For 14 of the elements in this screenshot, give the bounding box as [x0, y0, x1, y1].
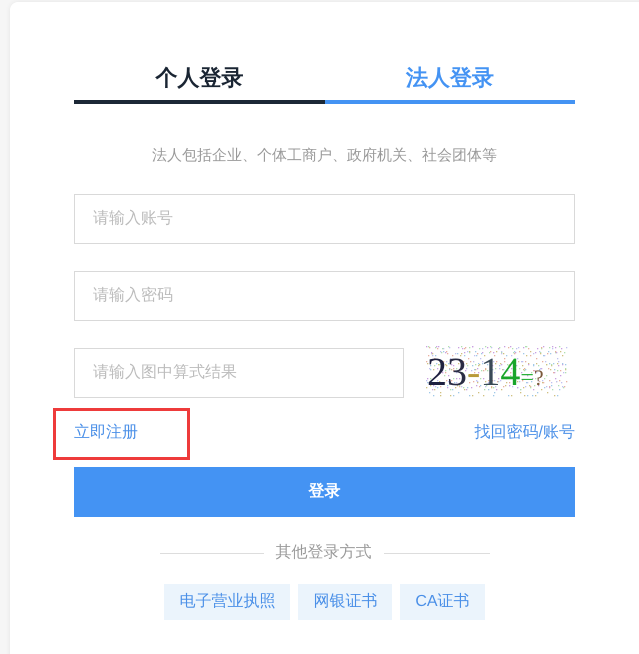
login-button[interactable]: 登录 — [74, 467, 575, 517]
description-text: 法人包括企业、个体工商户、政府机关、社会团体等 — [151, 146, 498, 166]
register-link[interactable]: 立即注册 — [74, 422, 138, 444]
text-input[interactable]: 请输入密码 — [74, 271, 575, 321]
login-method-button[interactable]: 电子营业执照 — [164, 584, 290, 620]
text-input[interactable]: 请输入账号 — [74, 194, 575, 244]
captcha-input[interactable]: 请输入图中算式结果 — [74, 348, 404, 398]
captcha-image[interactable]: 23-14=? — [425, 344, 568, 398]
recover-link[interactable]: 找回密码/账号 — [474, 422, 575, 444]
login-method-button[interactable]: CA证书 — [400, 584, 485, 620]
other-methods-title: 其他登录方式 — [276, 542, 372, 563]
login-tab[interactable]: 法人登录 — [324, 60, 575, 104]
login-tab[interactable]: 个人登录 — [74, 60, 324, 104]
login-method-button[interactable]: 网银证书 — [298, 584, 392, 620]
